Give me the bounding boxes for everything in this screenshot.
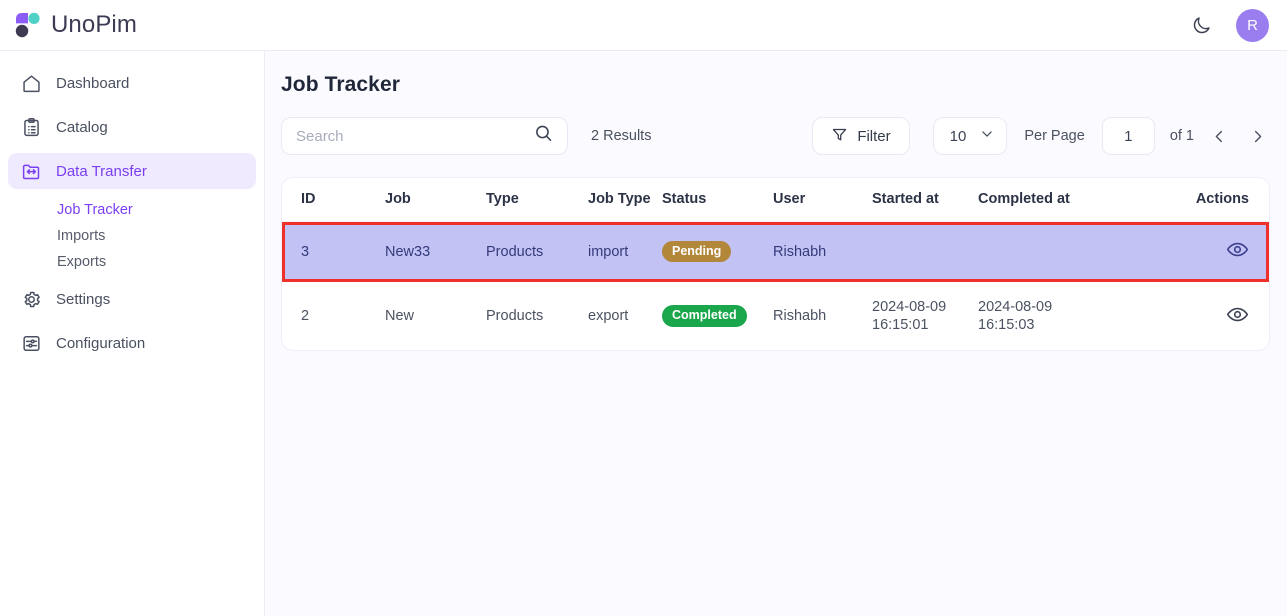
top-bar: UnoPim R xyxy=(0,0,1287,51)
cell-actions xyxy=(1123,282,1269,351)
status-badge: Completed xyxy=(662,305,747,326)
table-body: 3 New33 Products import Pending Rishabh xyxy=(282,222,1269,351)
cell-started-at xyxy=(872,222,978,282)
per-page-select[interactable]: 10 xyxy=(933,117,1008,155)
moon-icon[interactable] xyxy=(1186,10,1216,40)
column-header-id[interactable]: ID xyxy=(282,178,385,222)
cell-user: Rishabh xyxy=(773,282,872,351)
filter-button-label: Filter xyxy=(857,128,890,145)
eye-icon[interactable] xyxy=(1226,238,1249,261)
column-header-status[interactable]: Status xyxy=(662,178,773,222)
jobs-table-card: ID Job Type Job Type Status User Started… xyxy=(281,177,1270,351)
search-input[interactable] xyxy=(296,128,533,145)
cell-id: 3 xyxy=(282,222,385,282)
table-row[interactable]: 3 New33 Products import Pending Rishabh xyxy=(282,222,1269,282)
per-page-label: Per Page xyxy=(1024,128,1084,144)
table-toolbar: 2 Results Filter 10 xyxy=(281,117,1270,155)
sidebar-item-settings[interactable]: Settings xyxy=(8,281,256,317)
cell-job-type: import xyxy=(588,222,662,282)
app-root: UnoPim R Dashboard xyxy=(0,0,1287,616)
column-header-started-at[interactable]: Started at xyxy=(872,178,978,222)
brand-logo[interactable]: UnoPim xyxy=(14,11,137,39)
unopim-logo-icon xyxy=(14,11,42,39)
body-layout: Dashboard Catalog xyxy=(0,51,1287,616)
search-icon[interactable] xyxy=(533,123,554,149)
column-header-type[interactable]: Type xyxy=(486,178,588,222)
per-page-value: 10 xyxy=(950,128,967,145)
sidebar-item-catalog[interactable]: Catalog xyxy=(8,109,256,145)
clipboard-list-icon xyxy=(20,116,42,138)
sidebar-item-imports[interactable]: Imports xyxy=(8,223,256,249)
table-header-row: ID Job Type Job Type Status User Started… xyxy=(282,178,1269,222)
sidebar-item-label: Settings xyxy=(56,291,110,308)
top-bar-actions: R xyxy=(1186,9,1269,42)
table-row[interactable]: 2 New Products export Completed Rishabh … xyxy=(282,282,1269,351)
eye-icon[interactable] xyxy=(1226,303,1249,326)
chevron-down-icon xyxy=(980,127,994,145)
table-head: ID Job Type Job Type Status User Started… xyxy=(282,178,1269,222)
cell-completed-at: 2024-08-09 16:15:03 xyxy=(978,282,1123,351)
filter-button[interactable]: Filter xyxy=(812,117,909,155)
cell-job: New33 xyxy=(385,222,486,282)
page-number-input[interactable] xyxy=(1102,117,1155,155)
column-header-completed-at[interactable]: Completed at xyxy=(978,178,1123,222)
sidebar-item-job-tracker[interactable]: Job Tracker xyxy=(8,197,256,223)
search-box[interactable] xyxy=(281,117,568,155)
chevron-left-icon[interactable] xyxy=(1206,121,1232,151)
cell-status: Completed xyxy=(662,282,773,351)
avatar[interactable]: R xyxy=(1236,9,1269,42)
cell-completed-at xyxy=(978,222,1123,282)
main-content: Job Tracker 2 Results xyxy=(265,51,1287,616)
total-pages-label: of 1 xyxy=(1170,128,1194,144)
sidebar-sub-list: Job Tracker Imports Exports xyxy=(8,197,256,275)
sidebar-item-label: Configuration xyxy=(56,335,145,352)
status-badge: Pending xyxy=(662,241,731,262)
brand-name: UnoPim xyxy=(51,11,137,39)
toolbar-right: Filter 10 Per Page of 1 xyxy=(812,117,1270,155)
column-header-actions: Actions xyxy=(1123,178,1269,222)
column-header-user[interactable]: User xyxy=(773,178,872,222)
sidebar-item-exports[interactable]: Exports xyxy=(8,249,256,275)
cell-started-at: 2024-08-09 16:15:01 xyxy=(872,282,978,351)
sidebar-item-label: Catalog xyxy=(56,119,108,136)
cell-actions xyxy=(1123,222,1269,282)
funnel-icon xyxy=(831,126,848,147)
sidebar-item-data-transfer[interactable]: Data Transfer xyxy=(8,153,256,189)
gear-icon xyxy=(20,288,42,310)
cell-type: Products xyxy=(486,282,588,351)
sidebar-item-label: Data Transfer xyxy=(56,163,147,180)
page-title: Job Tracker xyxy=(281,73,1270,97)
sidebar-item-dashboard[interactable]: Dashboard xyxy=(8,65,256,101)
sidebar: Dashboard Catalog xyxy=(0,51,265,616)
column-header-job-type[interactable]: Job Type xyxy=(588,178,662,222)
sidebar-item-configuration[interactable]: Configuration xyxy=(8,325,256,361)
sliders-icon xyxy=(20,332,42,354)
cell-id: 2 xyxy=(282,282,385,351)
cell-job: New xyxy=(385,282,486,351)
cell-user: Rishabh xyxy=(773,222,872,282)
sidebar-item-label: Dashboard xyxy=(56,75,129,92)
jobs-table: ID Job Type Job Type Status User Started… xyxy=(282,178,1269,350)
results-count: 2 Results xyxy=(591,128,651,144)
home-icon xyxy=(20,72,42,94)
cell-type: Products xyxy=(486,222,588,282)
column-header-job[interactable]: Job xyxy=(385,178,486,222)
cell-status: Pending xyxy=(662,222,773,282)
cell-job-type: export xyxy=(588,282,662,351)
chevron-right-icon[interactable] xyxy=(1244,121,1270,151)
transfer-folder-icon xyxy=(20,160,42,182)
